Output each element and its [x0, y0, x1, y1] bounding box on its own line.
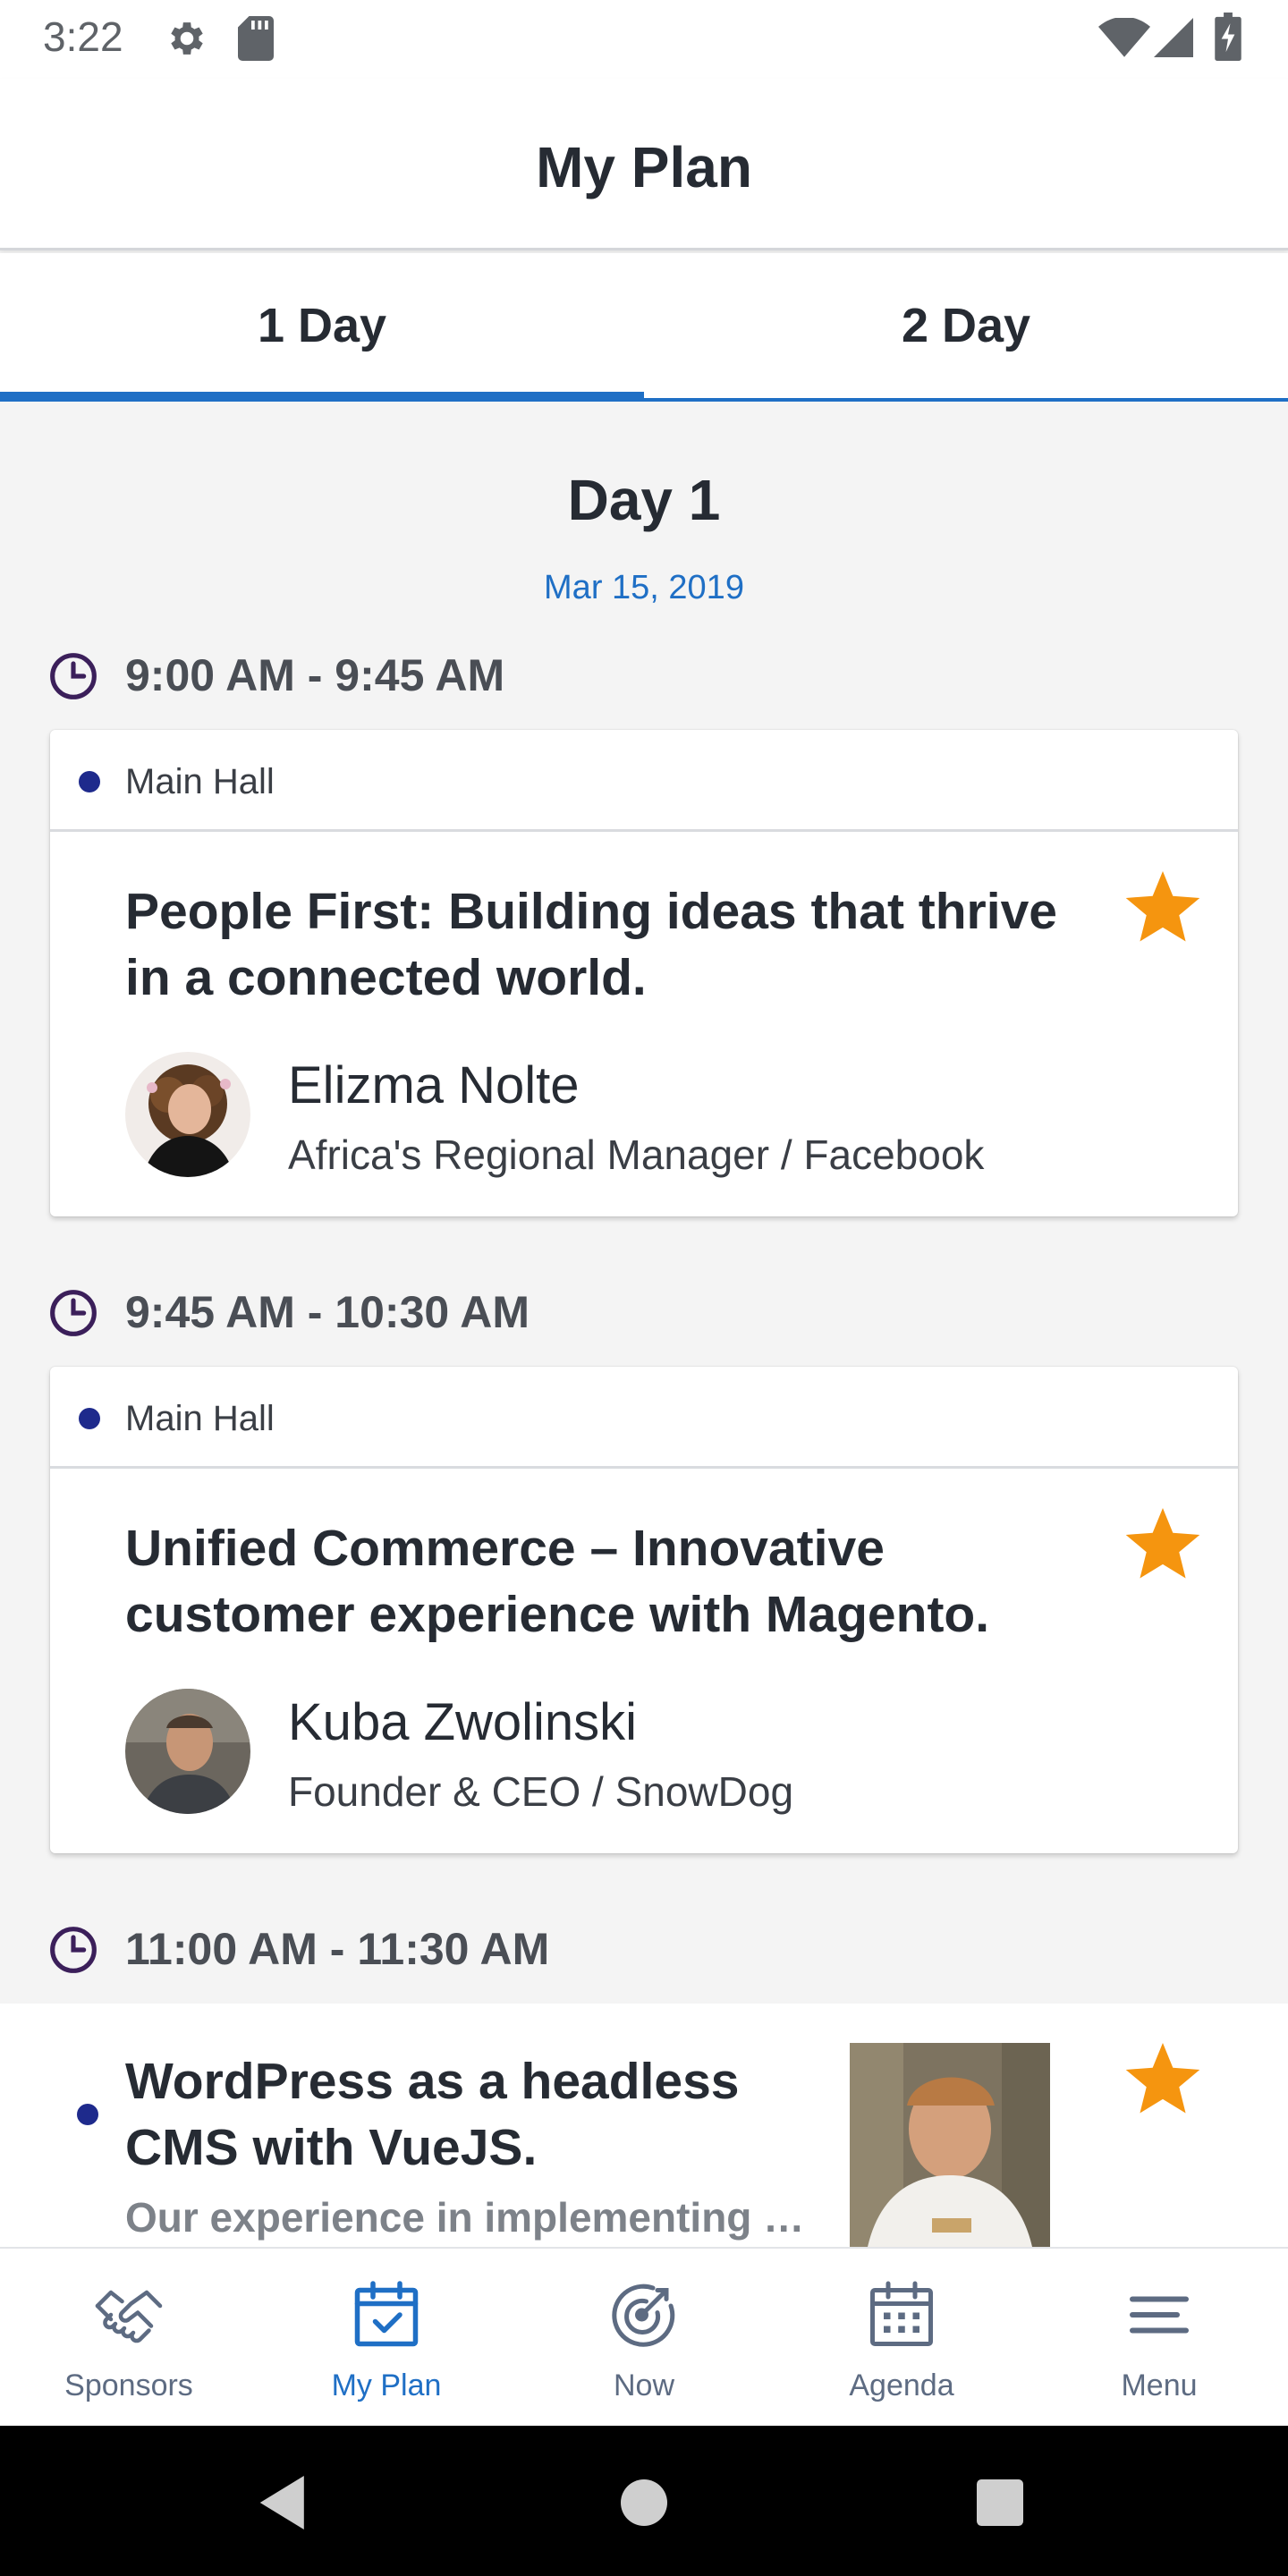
- home-icon[interactable]: [621, 2479, 667, 2526]
- tab-day-2[interactable]: 2 Day: [644, 253, 1288, 398]
- location-dot-icon: [79, 1408, 100, 1429]
- speaker-name: Kuba Zwolinski: [288, 1693, 638, 1751]
- time-slot-text: 9:45 AM - 10:30 AM: [125, 1287, 530, 1337]
- nav-label: Agenda: [849, 2368, 954, 2402]
- tab-day-1[interactable]: 1 Day: [0, 253, 644, 398]
- clock-icon: [50, 1290, 97, 1336]
- recents-icon[interactable]: [977, 2479, 1023, 2526]
- nav-menu[interactable]: Menu: [1030, 2249, 1288, 2428]
- session-body: People First: Building ideas that thrive…: [50, 832, 1238, 1216]
- gear-icon: [165, 16, 209, 65]
- battery-icon: [1215, 13, 1241, 65]
- day-date: Mar 15, 2019: [544, 569, 744, 606]
- nav-label: Now: [613, 2368, 675, 2402]
- session-description: Our experience in implementing W...: [125, 2194, 805, 2241]
- session-title: People First: Building ideas that thrive…: [125, 883, 1057, 1006]
- session-location: Main Hall: [125, 762, 275, 801]
- location-dot-icon: [77, 2104, 98, 2125]
- speaker-photo[interactable]: [850, 2043, 1050, 2247]
- menu-icon: [1130, 2296, 1189, 2334]
- speaker-role: Founder & CEO / SnowDog: [288, 1768, 794, 1815]
- nav-agenda[interactable]: Agenda: [773, 2249, 1030, 2428]
- speaker-name: Elizma Nolte: [288, 1056, 580, 1114]
- clock-icon: [50, 1927, 97, 1973]
- handshake-icon: [95, 2290, 163, 2343]
- calendar-check-icon: [354, 2281, 419, 2347]
- nav-now[interactable]: Now: [515, 2249, 773, 2428]
- nav-label: Menu: [1121, 2368, 1198, 2402]
- session-title: WordPress as a headless CMS with VueJS.: [125, 2053, 740, 2176]
- back-icon[interactable]: [259, 2476, 309, 2529]
- active-tab-indicator: [0, 392, 644, 400]
- nav-label: My Plan: [331, 2368, 442, 2402]
- time-slot-text: 11:00 AM - 11:30 AM: [125, 1924, 550, 1974]
- target-icon: [612, 2284, 675, 2347]
- cell-signal-icon: [1154, 18, 1193, 62]
- status-time: 3:22: [43, 13, 123, 60]
- session-body: Unified Commerce – Innovative customer e…: [50, 1469, 1238, 1853]
- status-bar: 3:22: [0, 0, 1288, 79]
- session-card[interactable]: Main Hall People First: Building ideas t…: [50, 730, 1238, 1216]
- bottom-navigation: Sponsors My Plan Now Agenda Menu: [0, 2247, 1288, 2426]
- clock-icon: [50, 653, 97, 699]
- session-location-row: Main Hall: [50, 1367, 1238, 1469]
- page-title: My Plan: [536, 135, 752, 199]
- time-slot-text: 9:00 AM - 9:45 AM: [125, 650, 505, 700]
- day-title: Day 1: [567, 468, 721, 532]
- system-navigation-bar: [0, 2426, 1288, 2576]
- session-location: Main Hall: [125, 1399, 275, 1438]
- day-tabs: 1 Day 2 Day: [0, 253, 1288, 402]
- star-icon[interactable]: [1123, 871, 1202, 951]
- star-icon[interactable]: [1123, 2043, 1202, 2123]
- speaker-avatar[interactable]: [125, 1052, 250, 1177]
- location-dot-icon: [79, 771, 100, 792]
- nav-my-plan[interactable]: My Plan: [258, 2249, 515, 2428]
- nav-sponsors[interactable]: Sponsors: [0, 2249, 258, 2428]
- calendar-grid-icon: [870, 2281, 933, 2346]
- speaker-role: Africa's Regional Manager / Facebook: [288, 1131, 985, 1178]
- nav-label: Sponsors: [64, 2368, 193, 2402]
- session-card-compact[interactable]: WordPress as a headless CMS with VueJS. …: [0, 2004, 1288, 2247]
- session-card[interactable]: Main Hall Unified Commerce – Innovative …: [50, 1367, 1238, 1853]
- star-icon[interactable]: [1123, 1508, 1202, 1588]
- sd-card-icon: [238, 16, 274, 65]
- app-header: My Plan: [0, 79, 1288, 250]
- session-title: Unified Commerce – Innovative customer e…: [125, 1520, 990, 1643]
- speaker-avatar[interactable]: [125, 1689, 250, 1814]
- session-location-row: Main Hall: [50, 730, 1238, 832]
- wifi-icon: [1098, 16, 1150, 62]
